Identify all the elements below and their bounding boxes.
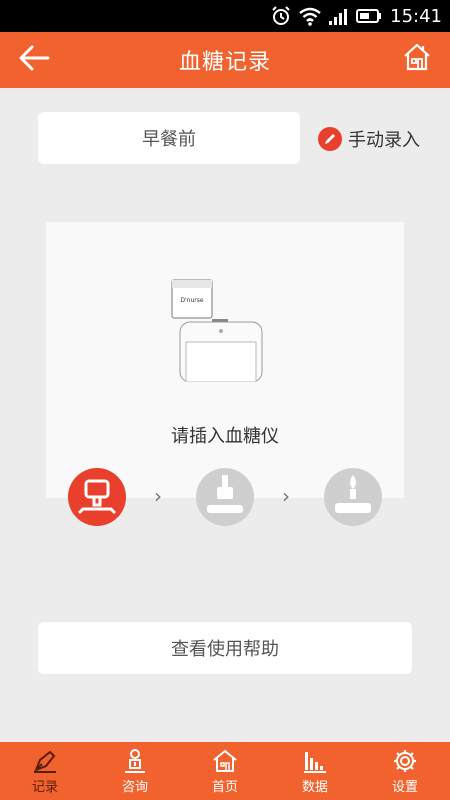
alarm-icon	[270, 5, 292, 27]
blood-drop-icon	[333, 473, 373, 521]
tab-consult[interactable]: 咨询	[90, 742, 180, 800]
device-phone-illustration: D'nurse	[166, 272, 266, 383]
pencil-icon	[318, 127, 342, 151]
app-header: 血糖记录	[0, 32, 450, 88]
chevron-right-icon: ›	[154, 484, 162, 508]
device-plug-icon	[77, 475, 117, 519]
home-icon	[212, 748, 238, 774]
device-brand-text: D'nurse	[180, 297, 203, 304]
arrow-left-icon	[18, 44, 50, 76]
instruction-text: 请插入血糖仪	[171, 426, 279, 447]
home-button[interactable]	[400, 41, 434, 77]
chevron-right-icon: ›	[282, 484, 290, 508]
tab-record[interactable]: 记录	[0, 742, 90, 800]
step-indicator: › ›	[68, 468, 384, 528]
tab-settings[interactable]: 设置	[360, 742, 450, 800]
page-title: 血糖记录	[178, 50, 271, 75]
bottom-tab-bar: 记录 咨询 首页 数据 设置	[0, 742, 450, 800]
tab-label: 数据	[301, 779, 328, 795]
tab-label: 记录	[31, 779, 58, 795]
manual-entry-button[interactable]: 手动录入	[318, 124, 420, 154]
tab-label: 设置	[391, 779, 418, 795]
gear-icon	[392, 748, 418, 774]
pen-icon	[32, 748, 58, 774]
step-insert-device	[68, 468, 126, 526]
insert-guide-card: D'nurse 请插入血糖仪	[46, 222, 404, 498]
tab-data[interactable]: 数据	[270, 742, 360, 800]
tab-label: 首页	[211, 779, 238, 795]
battery-icon	[356, 8, 382, 24]
back-button[interactable]	[16, 42, 52, 78]
help-button[interactable]: 查看使用帮助	[38, 622, 412, 674]
step-apply-blood	[324, 468, 382, 526]
wifi-icon	[298, 6, 322, 26]
chart-icon	[302, 748, 328, 774]
tab-home[interactable]: 首页	[180, 742, 270, 800]
status-bar: 15:41	[0, 0, 450, 32]
consult-icon	[122, 748, 148, 774]
meal-time-select[interactable]: 早餐前	[38, 112, 300, 164]
signal-icon	[328, 7, 350, 25]
step-insert-strip	[196, 468, 254, 526]
manual-entry-label: 手动录入	[348, 130, 420, 151]
status-time: 15:41	[390, 5, 442, 27]
tab-label: 咨询	[121, 779, 148, 795]
test-strip-icon	[205, 473, 245, 521]
home-icon	[402, 42, 432, 76]
